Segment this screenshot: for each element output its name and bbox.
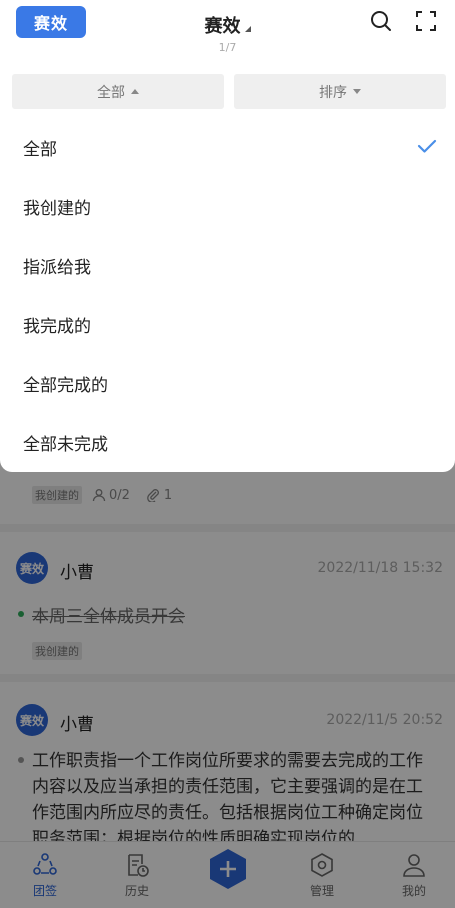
filter-dropdown-button[interactable]: 全部: [12, 74, 224, 109]
fullscreen-button[interactable]: [415, 10, 437, 36]
option-label: 全部未完成: [23, 435, 108, 455]
filter-option-all-completed[interactable]: 全部完成的: [0, 354, 455, 413]
app-header: 赛效 赛效 1/7: [0, 0, 455, 62]
option-label: 全部完成的: [23, 376, 108, 396]
option-label: 全部: [23, 140, 57, 160]
page-title-text: 赛效: [204, 16, 241, 37]
filter-label: 全部: [97, 84, 125, 101]
caret-down-icon: [353, 89, 361, 94]
sort-dropdown-button[interactable]: 排序: [234, 74, 446, 109]
search-button[interactable]: [370, 10, 392, 36]
fullscreen-icon: [416, 11, 436, 31]
filter-option-assigned-to-me[interactable]: 指派给我: [0, 236, 455, 295]
search-icon: [371, 11, 391, 31]
title-caret-icon: [244, 26, 251, 32]
filter-option-created-by-me[interactable]: 我创建的: [0, 177, 455, 236]
option-label: 指派给我: [23, 258, 91, 278]
filter-option-completed-by-me[interactable]: 我完成的: [0, 295, 455, 354]
filter-bar: 全部 排序: [0, 62, 455, 118]
option-label: 我创建的: [23, 199, 91, 219]
sort-label: 排序: [319, 84, 347, 101]
filter-dropdown-menu: 全部 我创建的 指派给我 我完成的 全部完成的 全部未完成: [0, 118, 455, 472]
option-label: 我完成的: [23, 317, 91, 337]
checkmark-icon: [417, 139, 437, 153]
page-indicator: 1/7: [218, 41, 237, 54]
filter-option-all-incomplete[interactable]: 全部未完成: [0, 413, 455, 472]
filter-option-all[interactable]: 全部: [0, 118, 455, 177]
caret-up-icon: [131, 89, 139, 94]
